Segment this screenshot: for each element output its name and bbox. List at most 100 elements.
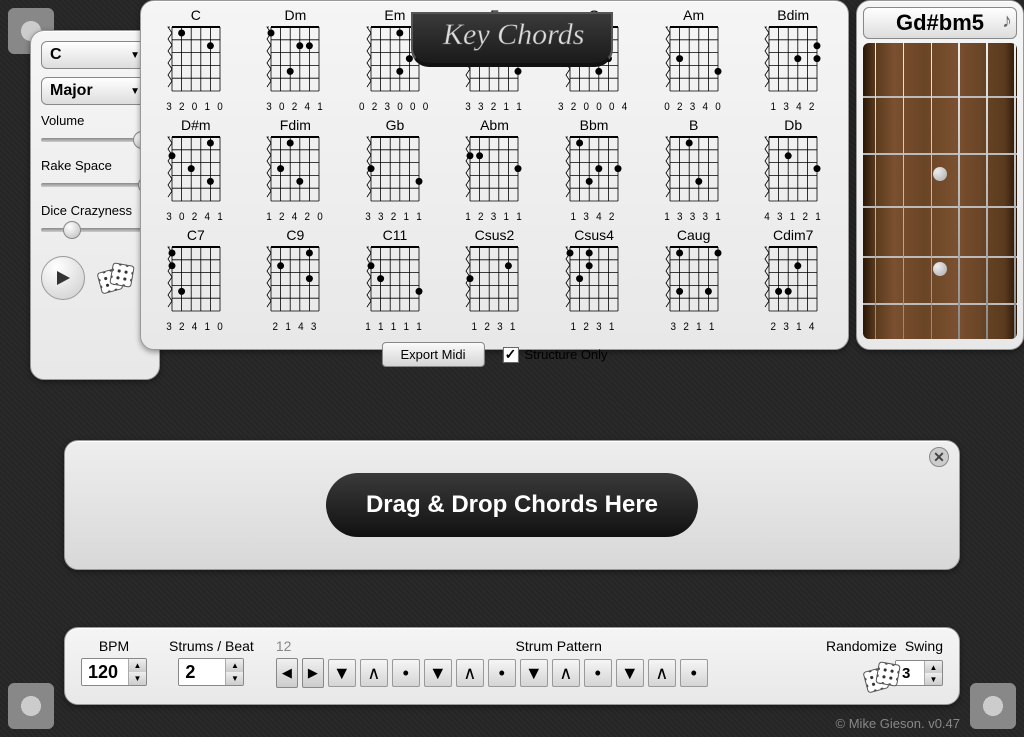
randomize-dice-button[interactable]: [861, 659, 891, 687]
close-icon[interactable]: ✕: [929, 447, 949, 467]
structure-only-checkbox[interactable]: ✓: [502, 347, 518, 363]
strum-cell-5[interactable]: •: [488, 659, 516, 687]
strum-cell-10[interactable]: ∧: [648, 659, 676, 687]
strums-stepper[interactable]: ▲▼: [178, 658, 244, 686]
footer-credit: © Mike Gieson. v0.47: [836, 716, 960, 731]
chord-fingering: 1 3 4 2: [571, 211, 617, 223]
chevron-down-icon: ▼: [130, 86, 140, 97]
strum-cell-3[interactable]: ▼: [424, 659, 452, 687]
chord-cdim7[interactable]: Cdim7 2 3 1 4: [748, 227, 838, 333]
chord-fdim[interactable]: Fdim1 2 4 2 0: [251, 117, 341, 223]
chord-diagram: [763, 23, 823, 101]
chord-caug[interactable]: Caug3 2 1 1: [649, 227, 739, 333]
pattern-prev-button[interactable]: ◀: [276, 658, 298, 688]
chord-c9[interactable]: C9 2 1 4 3: [251, 227, 341, 333]
bpm-label: BPM: [99, 638, 129, 654]
chord-fingering: 1 3 3 3 1: [664, 211, 723, 223]
key-dropdown[interactable]: C ▼: [41, 41, 149, 69]
chord-fingering: 3 0 2 4 1: [166, 211, 225, 223]
chord-csus4[interactable]: Csus41 2 3 1: [549, 227, 639, 333]
chord-name: C9: [286, 227, 304, 243]
chord-name: D#m: [181, 117, 211, 133]
chord-db[interactable]: Db4 3 1 2 1: [748, 117, 838, 223]
strum-cell-1[interactable]: ∧: [360, 659, 388, 687]
chord-name: C11: [383, 227, 408, 243]
strum-cell-7[interactable]: ∧: [552, 659, 580, 687]
chord-dm[interactable]: Dm3 0 2 4 1: [251, 7, 341, 113]
chord-drop-zone[interactable]: ✕ Drag & Drop Chords Here: [64, 440, 960, 570]
chord-fingering: 1 2 3 1 1: [465, 211, 524, 223]
strum-cell-6[interactable]: ▼: [520, 659, 548, 687]
chord-name: Csus4: [574, 227, 614, 243]
chord-fingering: 1 2 4 2 0: [266, 211, 325, 223]
key-value: C: [50, 46, 62, 64]
bpm-input[interactable]: [82, 659, 128, 685]
volume-slider[interactable]: [41, 130, 149, 150]
corner-ornament: [8, 683, 54, 729]
swing-input[interactable]: [896, 661, 924, 685]
chord-diagram: [664, 133, 724, 211]
fretboard-panel: Gd#bm5 ♪: [856, 0, 1024, 350]
chord-diagram: [763, 133, 823, 211]
chord-fingering: 2 3 1 4: [770, 321, 816, 333]
strum-cell-9[interactable]: ▼: [616, 659, 644, 687]
chord-csus2[interactable]: Csus21 2 3 1: [450, 227, 540, 333]
corner-ornament: [970, 683, 1016, 729]
chord-name: Am: [683, 7, 704, 23]
chord-gb[interactable]: Gb3 3 2 1 1: [350, 117, 440, 223]
chord-abm[interactable]: Abm 1 2 3 1 1: [450, 117, 540, 223]
dice-button[interactable]: [95, 260, 135, 296]
bpm-down[interactable]: ▼: [129, 672, 146, 685]
pattern-next-button[interactable]: ▶: [302, 658, 324, 688]
scale-dropdown[interactable]: Major ▼: [41, 77, 149, 105]
chord-fingering: 2 1 4 3: [272, 321, 318, 333]
chord-fingering: 3 0 2 4 1: [266, 101, 325, 113]
strums-up[interactable]: ▲: [226, 659, 243, 672]
swing-stepper[interactable]: ▲▼: [895, 660, 943, 686]
chord-diagram: [564, 133, 624, 211]
swing-down[interactable]: ▼: [925, 673, 942, 685]
play-button[interactable]: [41, 256, 85, 300]
chord-fingering: 4 3 1 2 1: [764, 211, 823, 223]
export-midi-button[interactable]: Export Midi: [381, 342, 484, 367]
chord-fingering: 1 1 1 1 1: [366, 321, 425, 333]
chord-bdim[interactable]: Bdim1 3 4 2: [748, 7, 838, 113]
chord-c11[interactable]: C11 1 1 1 1 1: [350, 227, 440, 333]
chord-fingering: 0 2 3 0 0 0: [359, 101, 431, 113]
guitar-icon: ♪: [1002, 10, 1012, 33]
strum-cell-11[interactable]: •: [680, 659, 708, 687]
chord-name: Bbm: [580, 117, 609, 133]
chord-diagram: [265, 243, 325, 321]
rake-slider[interactable]: [41, 175, 149, 195]
chord-diagram: [365, 243, 425, 321]
fretboard[interactable]: [863, 43, 1017, 339]
bpm-up[interactable]: ▲: [129, 659, 146, 672]
chord-name: Bdim: [777, 7, 809, 23]
strums-input[interactable]: [179, 659, 225, 685]
chord-am[interactable]: Am0 2 3 4 0: [649, 7, 739, 113]
chord-name: Abm: [480, 117, 509, 133]
chord-diagram: [166, 23, 226, 101]
strums-down[interactable]: ▼: [226, 672, 243, 685]
playback-controls: BPM ▲▼ Strums / Beat ▲▼ 12 Strum Pattern…: [64, 627, 960, 705]
chord-b[interactable]: B1 3 3 3 1: [649, 117, 739, 223]
chord-name: Caug: [677, 227, 710, 243]
chord-fingering: 3 3 2 1 1: [465, 101, 524, 113]
strum-cell-0[interactable]: ▼: [328, 659, 356, 687]
strum-cell-2[interactable]: •: [392, 659, 420, 687]
chord-c[interactable]: C3 2 0 1 0: [151, 7, 241, 113]
strums-label: Strums / Beat: [169, 638, 254, 654]
bpm-stepper[interactable]: ▲▼: [81, 658, 147, 686]
dice-slider[interactable]: [41, 220, 149, 240]
strum-cell-4[interactable]: ∧: [456, 659, 484, 687]
chord-name: Cdim7: [773, 227, 813, 243]
chord-dsharpm[interactable]: D#m 3 0 2 4 1: [151, 117, 241, 223]
chord-fingering: 3 2 0 0 0 4: [558, 101, 630, 113]
chord-c7[interactable]: C73 2 4 1 0: [151, 227, 241, 333]
volume-label: Volume: [41, 113, 149, 128]
chord-bbm[interactable]: Bbm 1 3 4 2: [549, 117, 639, 223]
chord-diagram: [365, 133, 425, 211]
swing-up[interactable]: ▲: [925, 661, 942, 673]
strum-cell-8[interactable]: •: [584, 659, 612, 687]
chord-diagram: [464, 243, 524, 321]
